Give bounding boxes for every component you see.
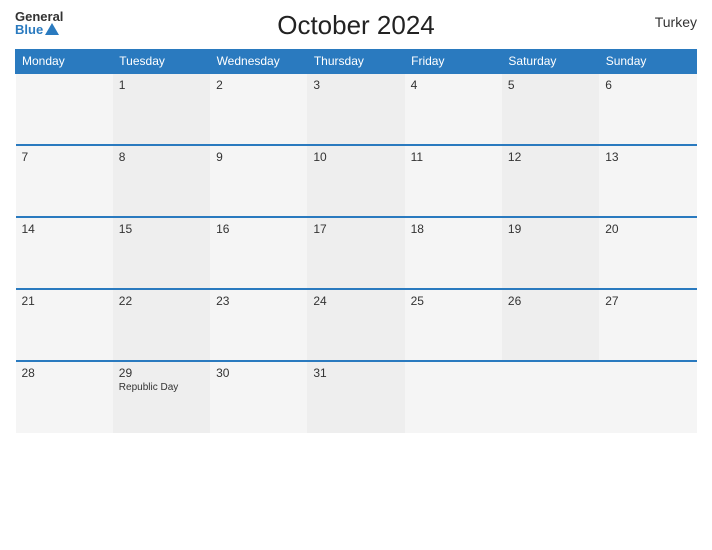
calendar-cell: 3 xyxy=(307,73,404,145)
calendar-week-row: 123456 xyxy=(16,73,697,145)
calendar-title: October 2024 xyxy=(277,10,435,41)
calendar-cell: 24 xyxy=(307,289,404,361)
calendar-cell: 4 xyxy=(405,73,502,145)
day-number: 7 xyxy=(22,150,107,164)
calendar-cell: 31 xyxy=(307,361,404,433)
day-number: 8 xyxy=(119,150,204,164)
day-number: 29 xyxy=(119,366,204,380)
day-number: 13 xyxy=(605,150,690,164)
calendar-cell: 26 xyxy=(502,289,599,361)
calendar-cell: 18 xyxy=(405,217,502,289)
calendar-week-row: 21 22 23 24 25 26 27 xyxy=(16,289,697,361)
calendar-cell xyxy=(16,73,113,145)
calendar-cell xyxy=(405,361,502,433)
header-friday: Friday xyxy=(405,50,502,74)
calendar-week-row: 28 29 Republic Day 30 31 xyxy=(16,361,697,433)
holiday-label: Republic Day xyxy=(119,382,204,393)
calendar-cell: 27 xyxy=(599,289,696,361)
day-number: 27 xyxy=(605,294,690,308)
day-number: 23 xyxy=(216,294,301,308)
calendar-cell: 29 Republic Day xyxy=(113,361,210,433)
day-number: 26 xyxy=(508,294,593,308)
day-number: 20 xyxy=(605,222,690,236)
day-number: 4 xyxy=(411,78,496,92)
calendar-table: Monday Tuesday Wednesday Thursday Friday… xyxy=(15,49,697,433)
calendar-cell: 22 xyxy=(113,289,210,361)
header-tuesday: Tuesday xyxy=(113,50,210,74)
calendar-cell: 19 xyxy=(502,217,599,289)
day-number: 9 xyxy=(216,150,301,164)
calendar-cell xyxy=(502,361,599,433)
calendar-week-row: 789 10 11 12 13 xyxy=(16,145,697,217)
calendar-cell: 21 xyxy=(16,289,113,361)
day-number: 18 xyxy=(411,222,496,236)
day-number: 1 xyxy=(119,78,204,92)
calendar-cell: 5 xyxy=(502,73,599,145)
country-label: Turkey xyxy=(655,14,697,30)
calendar-cell: 17 xyxy=(307,217,404,289)
day-number: 21 xyxy=(22,294,107,308)
calendar-cell: 1 xyxy=(113,73,210,145)
weekday-header-row: Monday Tuesday Wednesday Thursday Friday… xyxy=(16,50,697,74)
calendar-cell: 14 xyxy=(16,217,113,289)
calendar-week-row: 14 15 16 17 18 19 20 xyxy=(16,217,697,289)
day-number: 11 xyxy=(411,150,496,164)
calendar-cell xyxy=(599,361,696,433)
day-number: 24 xyxy=(313,294,398,308)
day-number: 22 xyxy=(119,294,204,308)
calendar-cell: 8 xyxy=(113,145,210,217)
calendar-container: General Blue October 2024 Turkey Monday … xyxy=(0,0,712,550)
calendar-cell: 13 xyxy=(599,145,696,217)
day-number: 5 xyxy=(508,78,593,92)
calendar-cell: 25 xyxy=(405,289,502,361)
calendar-cell: 30 xyxy=(210,361,307,433)
logo-triangle-icon xyxy=(45,23,59,35)
day-number: 16 xyxy=(216,222,301,236)
calendar-body: 1234567891011121314151617181920212223242… xyxy=(16,73,697,433)
header-wednesday: Wednesday xyxy=(210,50,307,74)
day-number: 12 xyxy=(508,150,593,164)
day-number: 10 xyxy=(313,150,398,164)
calendar-cell: 11 xyxy=(405,145,502,217)
day-number: 15 xyxy=(119,222,204,236)
day-number: 31 xyxy=(313,366,398,380)
day-number: 14 xyxy=(22,222,107,236)
logo-blue-text: Blue xyxy=(15,23,63,36)
calendar-cell: 16 xyxy=(210,217,307,289)
calendar-cell: 9 xyxy=(210,145,307,217)
calendar-cell: 10 xyxy=(307,145,404,217)
header-monday: Monday xyxy=(16,50,113,74)
calendar-cell: 12 xyxy=(502,145,599,217)
logo: General Blue xyxy=(15,10,63,36)
header-sunday: Sunday xyxy=(599,50,696,74)
header-thursday: Thursday xyxy=(307,50,404,74)
day-number: 30 xyxy=(216,366,301,380)
day-number: 28 xyxy=(22,366,107,380)
day-number: 17 xyxy=(313,222,398,236)
day-number: 19 xyxy=(508,222,593,236)
day-number: 2 xyxy=(216,78,301,92)
calendar-cell: 28 xyxy=(16,361,113,433)
calendar-cell: 23 xyxy=(210,289,307,361)
day-number: 6 xyxy=(605,78,690,92)
calendar-cell: 6 xyxy=(599,73,696,145)
calendar-cell: 20 xyxy=(599,217,696,289)
header-saturday: Saturday xyxy=(502,50,599,74)
day-number: 3 xyxy=(313,78,398,92)
day-number: 25 xyxy=(411,294,496,308)
calendar-cell: 15 xyxy=(113,217,210,289)
calendar-cell: 7 xyxy=(16,145,113,217)
calendar-cell: 2 xyxy=(210,73,307,145)
calendar-header: General Blue October 2024 Turkey xyxy=(15,10,697,41)
